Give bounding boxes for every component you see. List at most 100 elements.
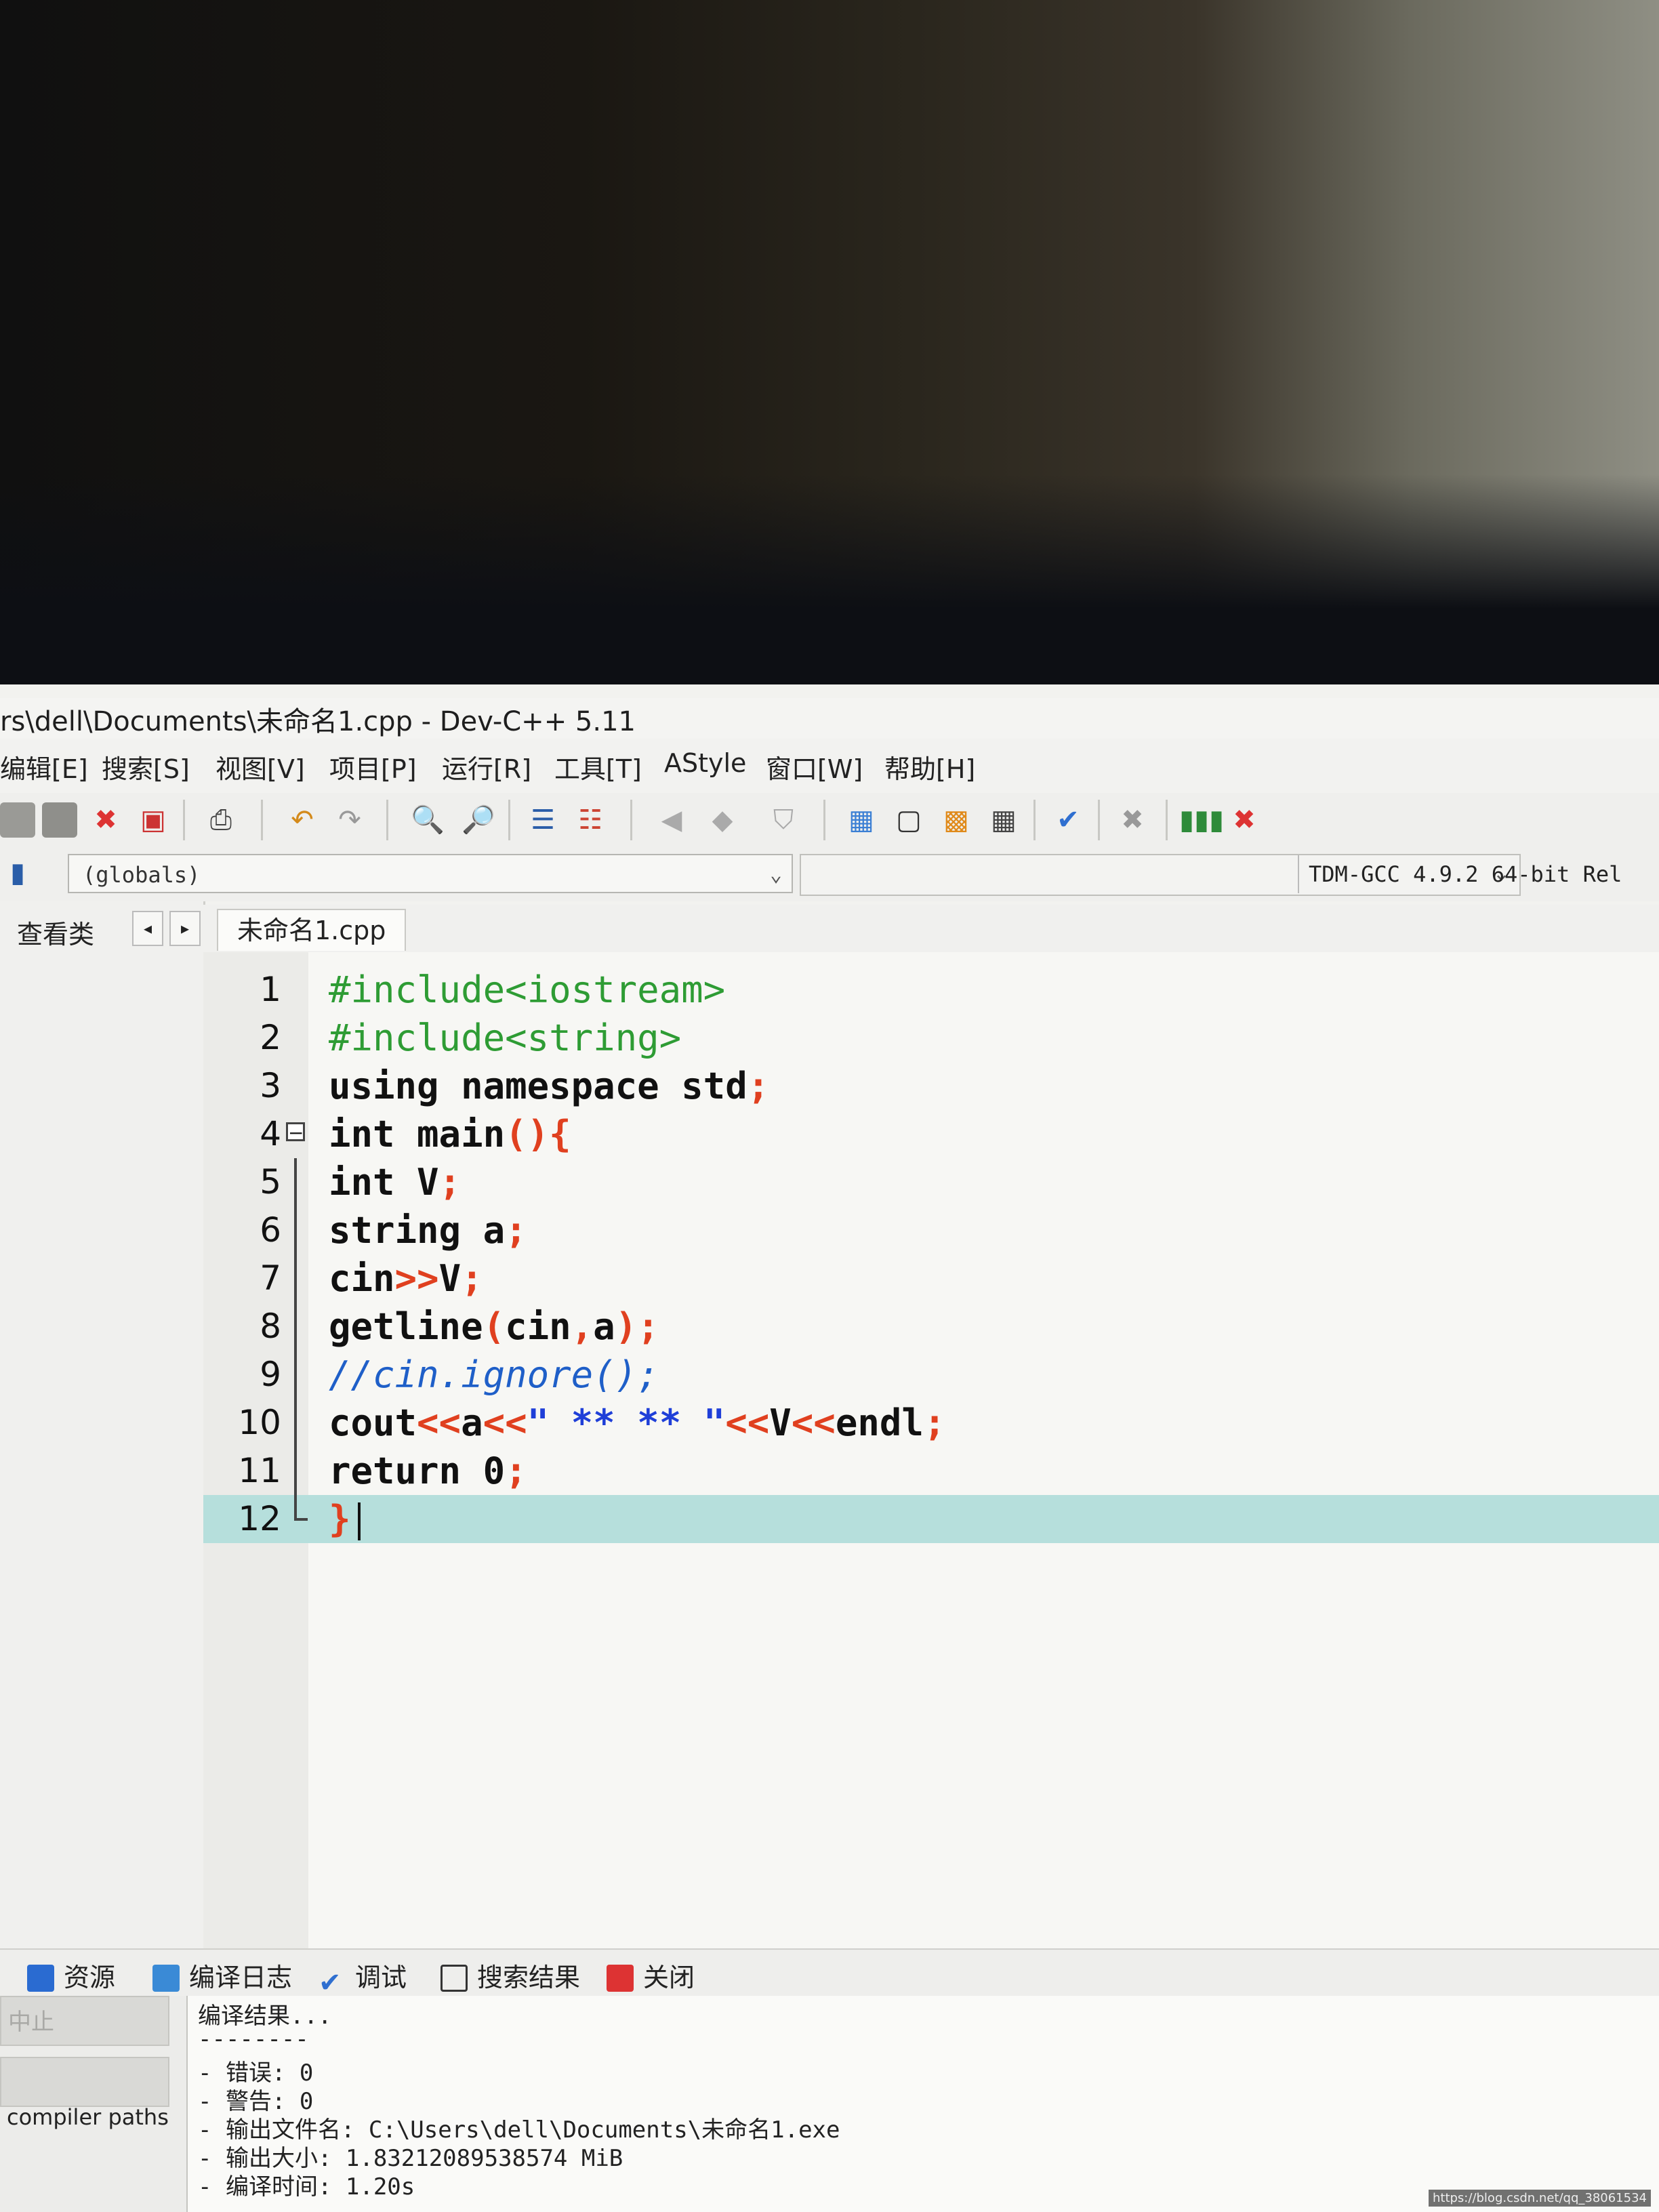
replace-icon[interactable]: 🔎 [461,802,496,838]
scope-select[interactable]: (globals) ⌄ [68,854,793,893]
goto-back-icon[interactable]: ◀ [654,802,689,838]
toolbar-separator [823,800,825,840]
tab-resources[interactable]: 资源 [27,1957,115,1994]
line-number: 9 [260,1355,281,1394]
code-text: string a; [329,1206,527,1254]
code-token: cin [329,1257,395,1300]
code-token: return [329,1450,483,1492]
code-token: << [725,1401,770,1444]
rebuild-icon[interactable]: ▦ [986,802,1021,838]
fold-line [283,1303,306,1351]
code-line[interactable]: 6 string a; [203,1206,1659,1254]
code-token: std [681,1065,747,1107]
new-file-icon[interactable] [0,802,35,838]
fold-end-segment [294,1495,297,1519]
redo-icon[interactable]: ↷ [332,802,367,838]
code-token: V [417,1161,439,1204]
menu-run[interactable]: 运行[R] [442,748,531,785]
code-line[interactable]: 9 //cin.ignore(); [203,1351,1659,1399]
compile-run-icon[interactable]: ▩ [939,802,974,838]
print-icon[interactable]: ⎙ [203,802,239,838]
fold-line-segment [294,1254,297,1303]
open-file-icon[interactable] [42,802,77,838]
unindent-icon[interactable]: ☷ [573,802,608,838]
file-tab[interactable]: 未命名1.cpp [217,909,407,951]
code-token: ; [505,1209,527,1252]
code-line[interactable]: 11 return 0; [203,1447,1659,1495]
tab-close[interactable]: 关闭 [607,1957,695,1994]
compile-icon[interactable]: ▦ [844,802,879,838]
menu-help[interactable]: 帮助[H] [884,748,975,785]
stop-button[interactable]: 中止 [0,1996,169,2046]
scope-toolbar: ▮ (globals) ⌄ ⌄ TDM-GCC 4.9.2 64-bit Rel [0,847,1659,901]
close-file-icon[interactable]: ✖ [88,802,123,838]
menu-window[interactable]: 窗口[W] [766,748,863,785]
menu-project[interactable]: 项目[P] [329,748,417,785]
project-icon[interactable]: ▮ [0,855,35,890]
class-view-tab[interactable]: 查看类 [17,914,94,951]
fold-gutter [283,1014,306,1062]
empty-button[interactable] [0,2057,169,2107]
code-text: #include<string> [329,1014,681,1062]
find-icon[interactable]: 🔍 [410,802,445,838]
code-text: } [329,1495,361,1543]
check-syntax-icon[interactable]: ✔ [1050,802,1086,838]
code-line[interactable]: 1 #include<iostream> [203,966,1659,1014]
code-editor[interactable]: 1 #include<iostream> 2 #include<string> 3 usi… [203,952,1659,1948]
code-line[interactable]: 10 cout<<a<<" ** ** "<<V<<endl; [203,1399,1659,1447]
menu-view[interactable]: 视图[V] [216,748,305,785]
tab-scroll-right-icon[interactable]: ▸ [169,911,201,946]
line-number: 1 [260,970,281,1009]
code-line[interactable]: 12} [203,1495,1659,1543]
stop-execution-icon[interactable]: ✖ [1115,802,1150,838]
tab-scroll-left-icon[interactable]: ◂ [132,911,163,946]
fold-line-segment [294,1206,297,1254]
menu-astyle[interactable]: AStyle [664,748,746,778]
fold-line-segment [294,1158,297,1206]
menu-search[interactable]: 搜索[S] [102,748,190,785]
tab-compile-log[interactable]: 编译日志 [152,1957,292,1994]
compile-output[interactable]: 编译结果... -------- - 错误: 0 - 警告: 0 - 输出文件名… [186,1996,1659,2212]
code-line[interactable]: 5 int V; [203,1158,1659,1206]
tab-debug[interactable]: ✔ 调试 [319,1957,407,1996]
bottom-tab-bar: 资源 编译日志 ✔ 调试 搜索结果 关闭 [0,1948,1659,1997]
tab-search-results[interactable]: 搜索结果 [441,1957,580,1994]
fold-gutter [283,966,306,1014]
code-token: ); [615,1305,659,1348]
menu-tools[interactable]: 工具[T] [554,748,642,785]
run-icon[interactable]: ▢ [891,802,926,838]
code-text: #include<iostream> [329,966,725,1014]
close-all-icon[interactable]: ▣ [136,802,171,838]
code-token: #include<string> [329,1017,682,1059]
text-cursor [357,1502,361,1541]
code-token: " ** ** " [527,1401,726,1444]
code-token: (){ [505,1113,571,1155]
code-token: //cin.ignore(); [329,1353,659,1396]
fold-collapse-icon[interactable]: − [283,1110,306,1158]
code-token: , [571,1305,594,1348]
code-line[interactable]: 3 using namespace std; [203,1062,1659,1110]
code-line[interactable]: 7 cin>>V; [203,1254,1659,1303]
undo-icon[interactable]: ↶ [285,802,320,838]
search-results-icon [441,1965,468,1992]
scope-select-value: (globals) [83,862,201,888]
code-text: //cin.ignore(); [329,1351,659,1399]
compiler-paths-label: compiler paths [7,2104,169,2130]
goto-forward-icon[interactable]: ◆ [705,802,740,838]
code-line[interactable]: 8 getline(cin,a); [203,1303,1659,1351]
editor-tab-bar: 未命名1.cpp [203,905,1659,952]
bookmark-icon[interactable]: ⛉ [766,802,801,838]
menu-edit[interactable]: 编辑[E] [0,748,88,785]
code-token: V [438,1257,462,1300]
code-line[interactable]: 2 #include<string> [203,1014,1659,1062]
line-number: 8 [260,1307,281,1346]
line-number: 6 [260,1210,281,1250]
code-line[interactable]: 4− int main(){ [203,1110,1659,1158]
indent-icon[interactable]: ☰ [525,802,560,838]
compiler-select[interactable]: TDM-GCC 4.9.2 64-bit Rel [1298,855,1659,893]
profile-icon[interactable]: ▮▮▮ [1179,802,1224,838]
code-token: endl [835,1401,924,1444]
delete-profile-icon[interactable]: ✖ [1227,802,1262,838]
tab-debug-label: 调试 [355,1963,407,1992]
line-number: 3 [260,1066,281,1105]
